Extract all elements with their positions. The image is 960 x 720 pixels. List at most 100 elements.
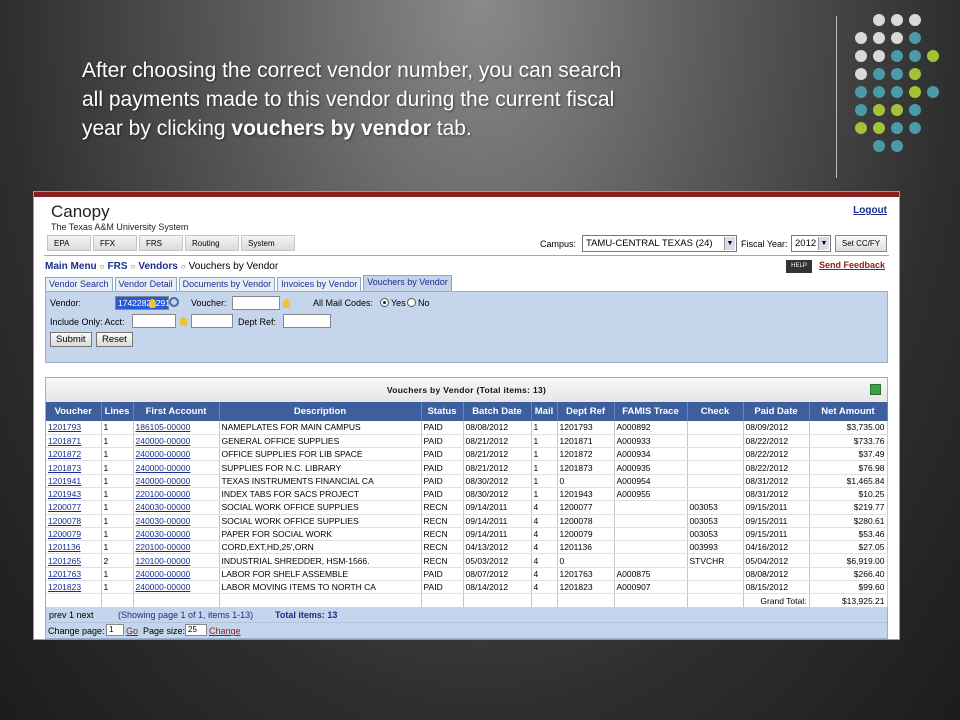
vendor-tabs: Vendor Search Vendor Detail Documents by…: [45, 275, 899, 291]
account-input[interactable]: [132, 314, 176, 328]
column-header[interactable]: Net Amount: [809, 402, 888, 421]
pager-total: Total items: 13: [275, 610, 338, 621]
column-header[interactable]: Mail: [531, 402, 558, 421]
table-cell[interactable]: 240030-00000: [133, 527, 220, 542]
table-cell[interactable]: 220100-00000: [133, 540, 220, 555]
change-link[interactable]: Change: [209, 626, 241, 636]
table-row[interactable]: 1201872 1 240000-00000 OFFICE SUPPLIES FOR …: [46, 447, 888, 462]
table-row[interactable]: 1201871 1 240000-00000 GENERAL OFFICE SUPPL…: [46, 434, 888, 449]
table-cell[interactable]: 1201873: [46, 460, 102, 475]
table-cell[interactable]: 240000-00000: [133, 460, 220, 475]
send-feedback-link[interactable]: Send Feedback: [819, 260, 885, 270]
lightbulb-icon[interactable]: [180, 317, 187, 326]
table-cell[interactable]: 220100-00000: [133, 487, 220, 502]
vendor-input[interactable]: 17422822291: [115, 296, 170, 310]
lightbulb-icon[interactable]: [283, 299, 290, 308]
search-icon[interactable]: [169, 297, 179, 307]
system-tab-epa[interactable]: EPA: [47, 235, 91, 251]
table-row[interactable]: 1200077 1 240030-00000 SOCIAL WORK OFFICE S…: [46, 500, 888, 515]
table-cell[interactable]: 1201136: [46, 540, 102, 555]
tab-vouchers-by-vendor[interactable]: Vouchers by Vendor: [363, 275, 452, 291]
system-tab-ffx[interactable]: FFX: [93, 235, 137, 251]
column-header[interactable]: FAMIS Trace: [614, 402, 688, 421]
go-link[interactable]: Go: [126, 626, 138, 636]
column-header[interactable]: Check: [687, 402, 744, 421]
logout-link[interactable]: Logout: [853, 205, 887, 216]
table-row[interactable]: 1201941 1 240000-00000 TEXAS INSTRUMENTS FI…: [46, 474, 888, 488]
grand-total-row: Grand Total: $13,925.21: [46, 593, 888, 608]
table-cell[interactable]: 1200078: [46, 514, 102, 528]
table-cell[interactable]: 1201265: [46, 553, 102, 568]
column-header[interactable]: Dept Ref: [557, 402, 615, 421]
table-row[interactable]: 1201823 1 240000-00000 LABOR MOVING ITEMS T…: [46, 580, 888, 595]
table-cell: 2: [101, 553, 134, 568]
mail-codes-no-radio[interactable]: [407, 298, 416, 307]
table-cell[interactable]: 240000-00000: [133, 447, 220, 462]
table-cell[interactable]: 240000-00000: [133, 474, 220, 488]
table-cell[interactable]: 1201872: [46, 447, 102, 462]
table-row[interactable]: 1201136 1 220100-00000 CORD,EXT,HD,25',ORN R…: [46, 540, 888, 555]
table-row[interactable]: 1200079 1 240030-00000 PAPER FOR SOCIAL WOR…: [46, 527, 888, 542]
table-row[interactable]: 1200078 1 240030-00000 SOCIAL WORK OFFICE S…: [46, 514, 888, 528]
system-tab-frs[interactable]: FRS: [139, 235, 183, 251]
breadcrumb-frs[interactable]: FRS: [108, 261, 128, 272]
tab-invoices-by-vendor[interactable]: Invoices by Vendor: [277, 277, 362, 291]
column-header[interactable]: Lines: [101, 402, 134, 421]
mail-codes-yes-label: Yes: [391, 298, 406, 308]
reset-button[interactable]: Reset: [96, 332, 133, 347]
breadcrumb-vendors[interactable]: Vendors: [138, 261, 177, 272]
column-header[interactable]: Description: [219, 402, 422, 421]
lightbulb-icon[interactable]: [149, 299, 156, 308]
table-row[interactable]: 1201873 1 240000-00000 SUPPLIES FOR N.C. LI…: [46, 460, 888, 475]
table-cell[interactable]: 1200077: [46, 500, 102, 515]
table-cell[interactable]: 240000-00000: [133, 580, 220, 595]
table-row[interactable]: 1201265 2 120100-00000 INDUSTRIAL SHREDDER,…: [46, 553, 888, 568]
set-cc-fy-button[interactable]: Set CC/FY: [835, 235, 887, 252]
export-excel-icon[interactable]: [870, 384, 881, 395]
table-cell: SOCIAL WORK OFFICE SUPPLIES: [219, 500, 422, 515]
table-row[interactable]: 1201793 1 186105-00000 NAMEPLATES FOR MAIN …: [46, 421, 888, 435]
mail-codes-yes-radio[interactable]: [380, 298, 389, 307]
table-cell: 08/22/2012: [743, 460, 810, 475]
account-sub-input[interactable]: [191, 314, 233, 328]
table-cell[interactable]: 1201763: [46, 567, 102, 582]
column-header[interactable]: Voucher: [46, 402, 102, 421]
column-header[interactable]: First Account: [133, 402, 220, 421]
column-header[interactable]: Paid Date: [743, 402, 810, 421]
fiscal-year-select[interactable]: 2012 ▼: [791, 235, 831, 252]
table-cell: 09/14/2011: [463, 514, 532, 528]
table-cell[interactable]: 240000-00000: [133, 434, 220, 449]
canopy-screenshot: Canopy The Texas A&M University System L…: [33, 191, 900, 640]
tab-vendor-detail[interactable]: Vendor Detail: [114, 277, 177, 291]
campus-select[interactable]: TAMU-CENTRAL TEXAS (24) ▼: [582, 235, 737, 252]
table-row[interactable]: 1201943 1 220100-00000 INDEX TABS FOR SACS …: [46, 487, 888, 502]
voucher-input[interactable]: [232, 296, 280, 310]
table-cell[interactable]: 1201943: [46, 487, 102, 502]
system-tab-system[interactable]: System: [241, 235, 295, 251]
table-cell[interactable]: 240030-00000: [133, 514, 220, 528]
submit-button[interactable]: Submit: [50, 332, 92, 347]
tab-documents-by-vendor[interactable]: Documents by Vendor: [178, 277, 276, 291]
table-cell[interactable]: 120100-00000: [133, 553, 220, 568]
column-header[interactable]: Batch Date: [463, 402, 532, 421]
table-cell[interactable]: 1201793: [46, 421, 102, 435]
table-cell[interactable]: 186105-00000: [133, 421, 220, 435]
table-row[interactable]: 1201763 1 240000-00000 LABOR FOR SHELF ASSE…: [46, 567, 888, 582]
table-cell[interactable]: 1201941: [46, 474, 102, 488]
tab-vendor-search[interactable]: Vendor Search: [45, 277, 113, 291]
dept-ref-input[interactable]: [283, 314, 331, 328]
breadcrumb-main-menu[interactable]: Main Menu: [45, 261, 97, 272]
change-page-input[interactable]: 1: [106, 624, 124, 637]
table-cell[interactable]: 240030-00000: [133, 500, 220, 515]
column-header[interactable]: Status: [421, 402, 464, 421]
page-size-input[interactable]: 25: [185, 624, 207, 637]
table-cell[interactable]: 1200079: [46, 527, 102, 542]
system-tab-routing[interactable]: Routing: [185, 235, 239, 251]
table-cell[interactable]: 240000-00000: [133, 567, 220, 582]
pager-nav[interactable]: prev 1 next: [49, 610, 94, 620]
table-cell: $280.61: [809, 514, 888, 528]
table-cell[interactable]: 1201823: [46, 580, 102, 595]
table-cell[interactable]: 1201871: [46, 434, 102, 449]
help-icon[interactable]: HELP: [786, 260, 812, 273]
decorative-dot: [855, 122, 867, 134]
